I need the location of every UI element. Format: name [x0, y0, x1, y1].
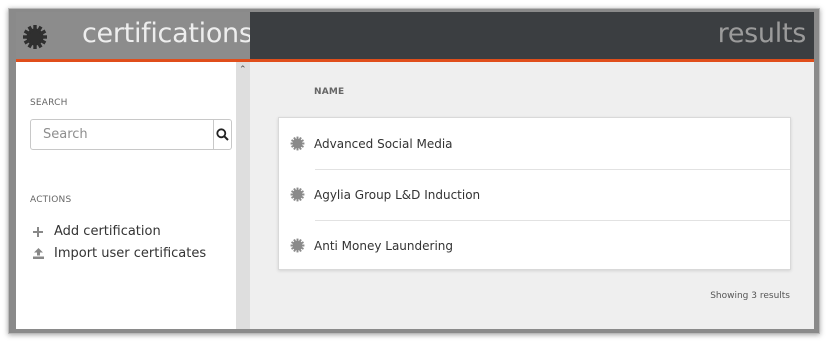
scroll-up-arrow-icon[interactable]: ⌃: [239, 65, 247, 74]
search-input[interactable]: [31, 120, 213, 149]
certification-name: Anti Money Laundering: [314, 238, 454, 253]
results-panel: NAME Advanced Social Media Agylia Group …: [250, 62, 814, 329]
list-item[interactable]: Agylia Group L&D Induction: [279, 169, 790, 220]
sidebar: SEARCH ACTIONS Add certification Import …: [16, 62, 236, 329]
app-title: certifications: [82, 18, 253, 49]
actions-section-label: ACTIONS: [30, 195, 72, 205]
import-certificates-link[interactable]: Import user certificates: [32, 246, 206, 261]
search-section-label: SEARCH: [30, 98, 68, 108]
add-certification-link[interactable]: Add certification: [32, 224, 161, 239]
results-title: results: [717, 18, 807, 49]
badge-icon: [290, 136, 305, 151]
search-box: [30, 119, 232, 150]
add-certification-label: Add certification: [54, 224, 161, 239]
results-list: Advanced Social Media Agylia Group L&D I…: [278, 117, 791, 270]
list-item[interactable]: Anti Money Laundering: [279, 220, 790, 271]
results-count: Showing 3 results: [710, 291, 790, 301]
upload-icon: [32, 248, 44, 260]
certification-name: Agylia Group L&D Induction: [314, 187, 481, 202]
plus-icon: [32, 226, 44, 238]
header-brand: certifications: [16, 12, 253, 59]
sidebar-scrollbar[interactable]: ⌃: [236, 62, 250, 329]
badge-icon: [22, 24, 48, 50]
search-button[interactable]: [213, 120, 231, 149]
name-column-header[interactable]: NAME: [314, 87, 344, 97]
import-certificates-label: Import user certificates: [54, 246, 207, 261]
badge-icon: [290, 238, 305, 253]
header-results-bar: results: [250, 12, 814, 59]
magnifier-icon: [216, 128, 229, 141]
app-window: certifications results SEARCH ACTIONS Ad…: [8, 8, 820, 334]
list-item[interactable]: Advanced Social Media: [279, 118, 790, 169]
certification-name: Advanced Social Media: [314, 136, 453, 151]
badge-icon: [290, 187, 305, 202]
